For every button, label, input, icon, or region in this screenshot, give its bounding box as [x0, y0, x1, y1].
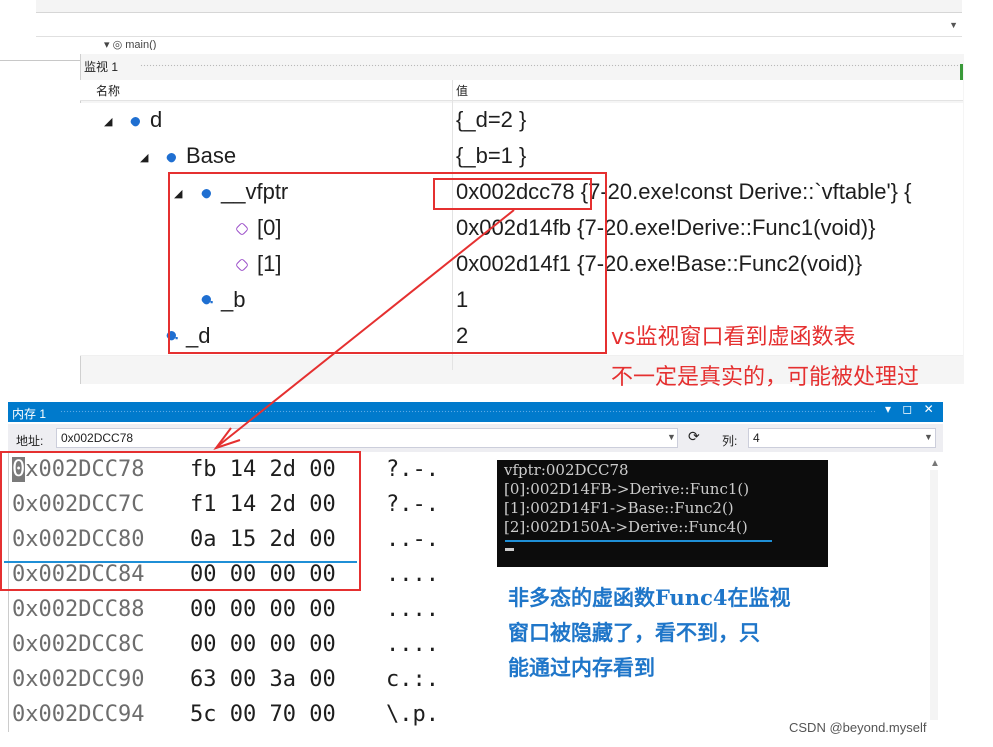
annotation-arrow-line	[217, 209, 515, 447]
annotation-overlay	[4, 209, 772, 563]
credit-watermark: CSDN @beyond.myself	[789, 720, 927, 735]
